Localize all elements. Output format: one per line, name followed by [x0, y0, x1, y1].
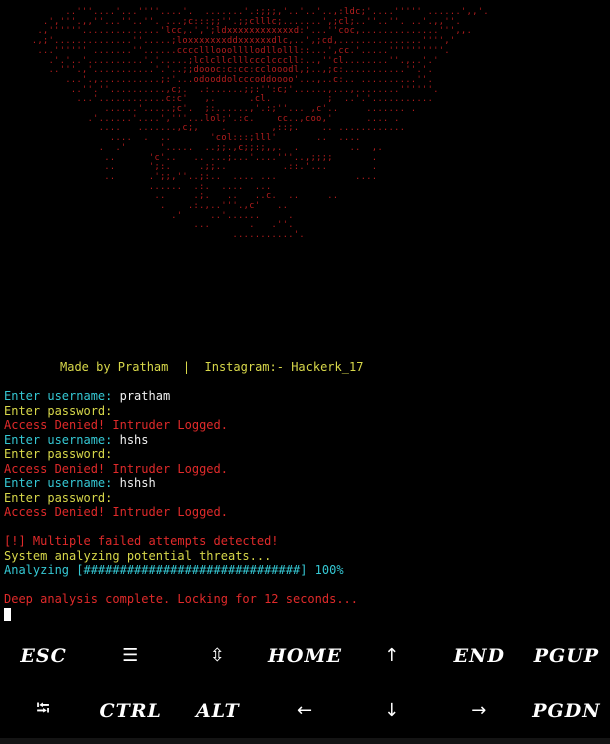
text-cursor: [4, 607, 11, 621]
system-nav-strip: [0, 738, 610, 744]
username-prompt: Enter username:: [4, 476, 120, 490]
log-line-password: Enter password:: [4, 491, 604, 506]
username-value: pratham: [119, 389, 171, 403]
log-line-username: Enter username: hshs: [4, 433, 604, 448]
password-prompt: Enter password:: [4, 447, 120, 461]
arrow-down-key[interactable]: ↓: [349, 700, 436, 721]
extra-keys-row-2: ⭾ CTRL ALT ← ↓ → PGDN: [0, 683, 610, 738]
lock-message: Deep analysis complete. Locking for 12 s…: [4, 592, 359, 606]
username-value: hshs: [119, 432, 149, 447]
username-prompt: Enter username:: [4, 432, 120, 447]
access-denied-message: Access Denied! Intruder Logged.: [4, 505, 228, 519]
cursor-line: [4, 607, 604, 622]
password-prompt: Enter password:: [4, 490, 120, 505]
log-line-password: Enter password:: [4, 404, 604, 419]
log-line-username: Enter username: hshsh: [4, 476, 604, 491]
password-prompt: Enter password:: [4, 403, 120, 418]
terminal-output: Enter username: pratham Enter password: …: [4, 389, 604, 621]
ascii-skull-banner: ..'''....'...''''....'. .......'.:;;;,'.…: [31, 7, 489, 241]
ctrl-key[interactable]: CTRL: [87, 700, 174, 722]
drawer-menu-key[interactable]: ☰: [87, 645, 174, 666]
extra-keys-row-1: ESC ☰ ⇳ HOME ↑ END PGUP: [0, 628, 610, 683]
access-denied-message: Access Denied! Intruder Logged.: [4, 418, 228, 432]
home-key[interactable]: HOME: [261, 645, 348, 667]
tab-key[interactable]: ⭾: [0, 696, 87, 726]
esc-key[interactable]: ESC: [0, 645, 87, 667]
progress-line: Analyzing [#############################…: [4, 563, 344, 577]
analysis-status: System analyzing potential threats...: [4, 548, 272, 563]
arrow-left-key[interactable]: ←: [261, 700, 348, 721]
log-line-username: Enter username: pratham: [4, 389, 604, 404]
page-down-key[interactable]: PGDN: [523, 700, 610, 722]
arrow-up-key[interactable]: ↑: [349, 645, 436, 666]
arrow-right-key[interactable]: →: [436, 700, 523, 721]
username-prompt: Enter username:: [4, 389, 120, 403]
access-denied-message: Access Denied! Intruder Logged.: [4, 461, 228, 476]
log-line-password: Enter password:: [4, 447, 604, 462]
terminal-screen[interactable]: ..'''....'...''''....'. .......'.:;;;,'.…: [0, 0, 610, 628]
username-value: hshsh: [119, 476, 156, 490]
alt-key[interactable]: ALT: [174, 700, 261, 722]
scroll-toggle-key[interactable]: ⇳: [174, 645, 261, 666]
credit-line: Made by Pratham | Instagram:- Hackerk_17: [60, 360, 364, 374]
warning-message: [!] Multiple failed attempts detected!: [4, 534, 279, 548]
end-key[interactable]: END: [436, 645, 523, 667]
extra-keys-bar: ESC ☰ ⇳ HOME ↑ END PGUP ⭾ CTRL ALT ← ↓ →…: [0, 628, 610, 738]
page-up-key[interactable]: PGUP: [523, 645, 610, 667]
